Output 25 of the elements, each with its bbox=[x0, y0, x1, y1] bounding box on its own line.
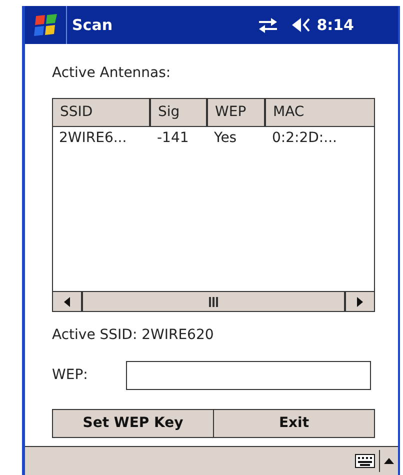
column-header[interactable]: MAC bbox=[266, 99, 374, 126]
column-header[interactable]: SSID bbox=[53, 99, 151, 126]
connectivity-icon[interactable] bbox=[256, 16, 279, 34]
window-title: Scan bbox=[72, 14, 112, 36]
wep-input-field[interactable] bbox=[126, 361, 371, 390]
wep-label: WEP: bbox=[52, 366, 89, 385]
right-arrow-icon[interactable] bbox=[357, 296, 363, 306]
table-cell-text: 2WIRE6... bbox=[58, 128, 128, 148]
column-header[interactable]: WEP bbox=[208, 99, 266, 126]
scroll-grip-icon[interactable] bbox=[209, 296, 218, 306]
keyboard-icon[interactable] bbox=[355, 454, 375, 468]
table-cell-text: Yes bbox=[213, 128, 238, 148]
active-ssid-text: Active SSID: 2WIRE620 bbox=[52, 326, 215, 344]
clock-time[interactable]: 8:14 bbox=[316, 14, 354, 36]
windows-flag-icon bbox=[32, 13, 60, 37]
table-row[interactable]: 2WIRE6... -141 Yes 0:2:2D:... bbox=[53, 127, 374, 149]
set-key-button[interactable]: Set WEP Key bbox=[52, 409, 214, 438]
table-cell-text: 0:2:2D:... bbox=[271, 128, 338, 148]
list-label: Active Antennas: bbox=[52, 64, 172, 82]
up-arrow-icon[interactable] bbox=[384, 458, 394, 464]
left-arrow-icon[interactable] bbox=[64, 296, 70, 306]
exit-button[interactable]: Exit bbox=[214, 409, 375, 438]
horizontal-scrollbar[interactable] bbox=[53, 291, 374, 311]
column-header[interactable]: Sig bbox=[151, 99, 208, 126]
table-cell-text: -141 bbox=[156, 128, 190, 148]
